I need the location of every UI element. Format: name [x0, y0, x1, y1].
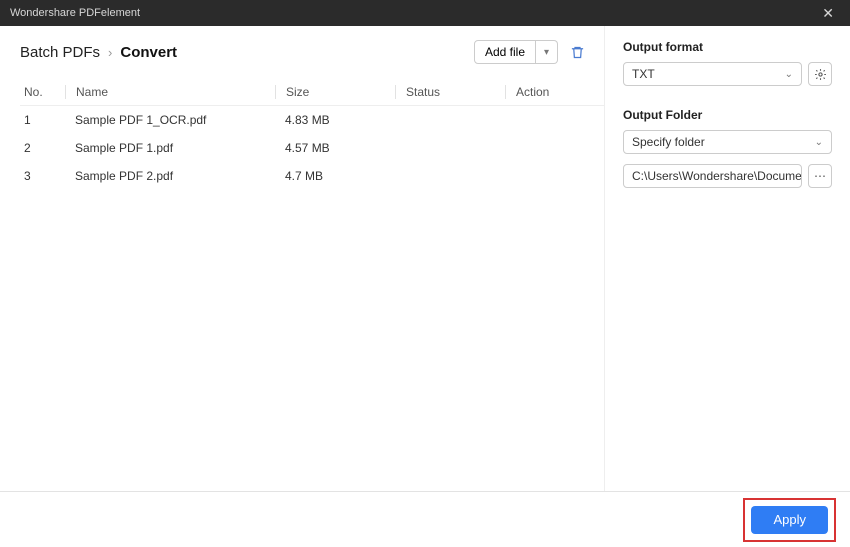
footer: Apply: [0, 491, 850, 547]
add-file-label: Add file: [485, 45, 525, 59]
output-format-select[interactable]: TXT ⌄: [623, 62, 802, 86]
th-size: Size: [275, 85, 395, 99]
breadcrumb-current: Convert: [120, 44, 177, 61]
table-row[interactable]: 2 Sample PDF 1.pdf 4.57 MB: [20, 134, 604, 162]
cell-name: Sample PDF 1_OCR.pdf: [65, 113, 275, 127]
th-action: Action: [505, 85, 575, 99]
th-status: Status: [395, 85, 505, 99]
output-folder-label: Output Folder: [623, 108, 832, 122]
chevron-down-icon: ⌄: [815, 137, 823, 148]
th-no: No.: [20, 85, 65, 99]
cell-size: 4.57 MB: [275, 141, 395, 155]
right-panel: Output format TXT ⌄ Output Folder Specif…: [605, 26, 850, 491]
output-format-label: Output format: [623, 40, 832, 54]
chevron-down-icon: ▾: [544, 47, 549, 58]
window-title: Wondershare PDFelement: [10, 7, 140, 19]
table-row[interactable]: 3 Sample PDF 2.pdf 4.7 MB: [20, 162, 604, 190]
cell-no: 3: [20, 169, 65, 183]
gear-icon: [814, 68, 827, 81]
toolbar-controls: Add file ▾: [474, 40, 586, 64]
browse-button[interactable]: ⋯: [808, 164, 832, 188]
output-format-value: TXT: [632, 67, 655, 81]
apply-highlight: Apply: [743, 498, 836, 542]
titlebar: Wondershare PDFelement ✕: [0, 0, 850, 26]
apply-label: Apply: [773, 512, 806, 527]
th-name: Name: [65, 85, 275, 99]
header-row: Batch PDFs › Convert Add file ▾: [20, 40, 604, 64]
chevron-right-icon: ›: [108, 45, 112, 60]
trash-icon[interactable]: [568, 43, 586, 61]
cell-name: Sample PDF 2.pdf: [65, 169, 275, 183]
table-row[interactable]: 1 Sample PDF 1_OCR.pdf 4.83 MB: [20, 106, 604, 134]
file-table: No. Name Size Status Action 1 Sample PDF…: [20, 78, 604, 190]
content-area: Batch PDFs › Convert Add file ▾: [0, 26, 850, 491]
add-file-group: Add file ▾: [474, 40, 558, 64]
add-file-dropdown[interactable]: ▾: [536, 40, 558, 64]
output-folder-mode-select[interactable]: Specify folder ⌄: [623, 130, 832, 154]
ellipsis-icon: ⋯: [814, 169, 826, 183]
cell-size: 4.7 MB: [275, 169, 395, 183]
settings-button[interactable]: [808, 62, 832, 86]
output-folder-path-value: C:\Users\Wondershare\Documents: [632, 169, 802, 183]
left-panel: Batch PDFs › Convert Add file ▾: [0, 26, 605, 491]
chevron-down-icon: ⌄: [785, 69, 793, 80]
apply-button[interactable]: Apply: [751, 506, 828, 534]
cell-name: Sample PDF 1.pdf: [65, 141, 275, 155]
output-folder-path-input[interactable]: C:\Users\Wondershare\Documents: [623, 164, 802, 188]
output-folder-mode-value: Specify folder: [632, 135, 705, 149]
cell-no: 1: [20, 113, 65, 127]
close-icon[interactable]: ✕: [816, 3, 840, 24]
breadcrumb: Batch PDFs › Convert: [20, 44, 177, 61]
cell-no: 2: [20, 141, 65, 155]
add-file-button[interactable]: Add file: [474, 40, 536, 64]
table-header: No. Name Size Status Action: [20, 78, 604, 106]
breadcrumb-parent[interactable]: Batch PDFs: [20, 44, 100, 61]
cell-size: 4.83 MB: [275, 113, 395, 127]
